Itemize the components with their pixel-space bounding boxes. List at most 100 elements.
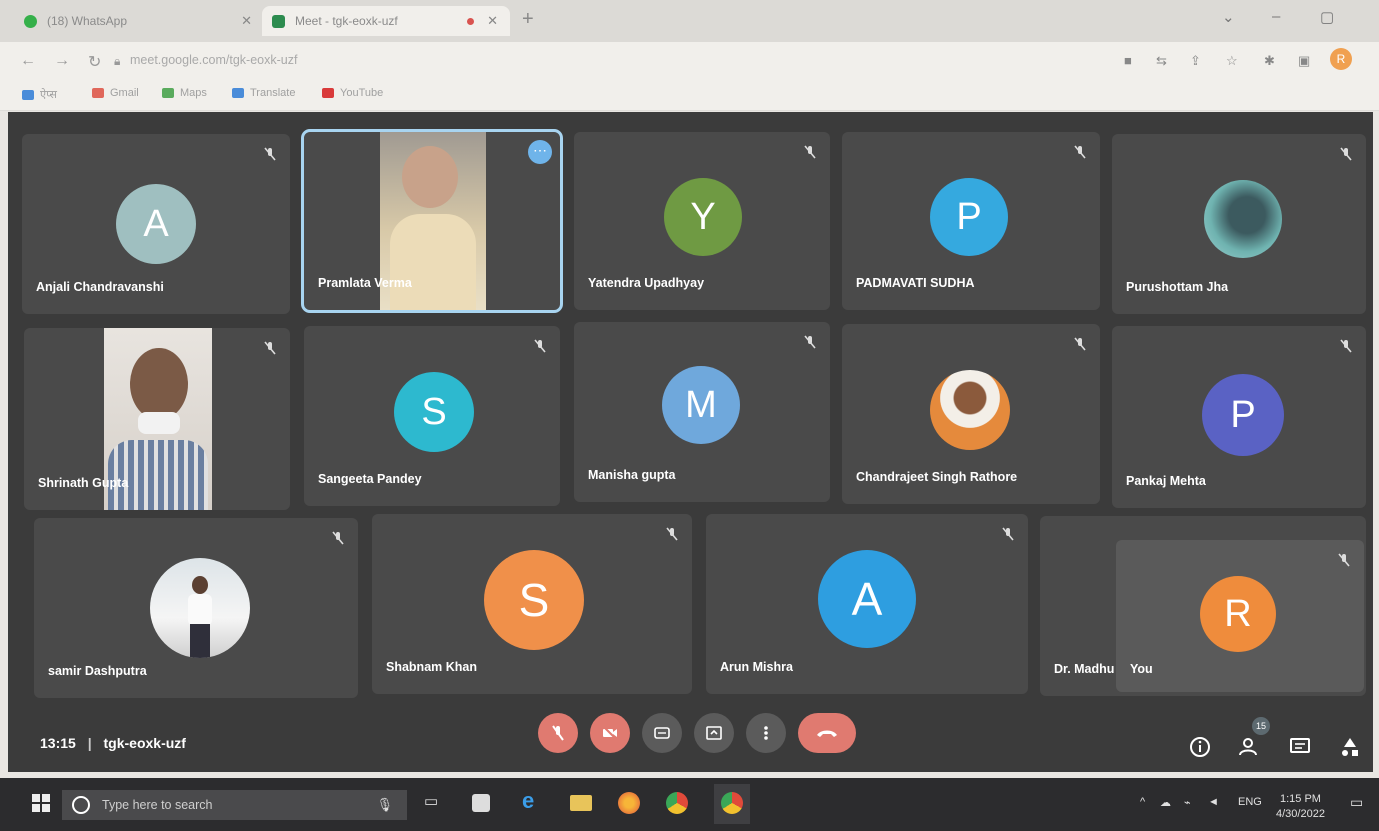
participant-name: Yatendra Upadhyay [588, 276, 705, 290]
participant-tile[interactable]: Chandrajeet Singh Rathore [842, 324, 1100, 504]
minimize-button[interactable]: – [1272, 8, 1280, 25]
participant-photo [930, 370, 1010, 450]
participant-tile[interactable]: M Manisha gupta [574, 322, 830, 502]
chat-icon[interactable] [1288, 735, 1312, 759]
participant-tile-active-speaker[interactable]: ⋯ Pramlata Verma [301, 129, 563, 313]
maximize-button[interactable]: ▢ [1320, 8, 1334, 26]
participant-avatar: A [116, 184, 196, 264]
activities-icon[interactable] [1338, 735, 1362, 759]
microphone-toggle-button[interactable] [538, 713, 578, 753]
participant-tile[interactable]: Y Yatendra Upadhyay [574, 132, 830, 310]
captions-icon [654, 727, 670, 739]
language-indicator[interactable]: ENG [1238, 796, 1262, 808]
participant-name: Shabnam Khan [386, 660, 477, 674]
reload-button[interactable]: ↻ [88, 52, 101, 72]
mic-muted-icon [264, 147, 276, 161]
participant-avatar: S [394, 372, 474, 452]
participant-name: Manisha gupta [588, 468, 676, 482]
participant-tile[interactable]: samir Dashputra [34, 518, 358, 698]
camera-icon[interactable]: ■ [1124, 53, 1132, 68]
chrome-icon[interactable] [666, 792, 688, 814]
more-options-button[interactable] [746, 713, 786, 753]
cortana-icon [72, 796, 90, 814]
mic-muted-icon [1340, 339, 1352, 353]
mic-muted-icon [1074, 337, 1086, 351]
share-icon[interactable]: ⇪ [1190, 53, 1201, 69]
people-icon [1239, 738, 1257, 756]
forward-button[interactable]: → [54, 52, 70, 70]
participant-tile[interactable]: A Anjali Chandravanshi [22, 134, 290, 314]
bookmark-translate[interactable]: Translate [232, 87, 295, 99]
participant-tile[interactable]: S Sangeeta Pandey [304, 326, 560, 506]
store-icon[interactable] [472, 794, 490, 812]
bookmark-star-icon[interactable]: ☆ [1226, 53, 1238, 69]
url-field[interactable]: meet.google.com/tgk-eoxk-uzf [130, 53, 297, 67]
self-name: You [1130, 662, 1153, 676]
leave-call-button[interactable] [798, 713, 856, 753]
meeting-code: tgk-eoxk-uzf [103, 735, 186, 751]
meet-icon [272, 14, 285, 28]
edge-icon[interactable]: e [522, 788, 544, 813]
participant-tile[interactable]: P PADMAVATI SUDHA [842, 132, 1100, 310]
mic-muted-icon [1074, 145, 1086, 159]
notifications-icon[interactable]: ▭ [1350, 794, 1363, 811]
participant-tile[interactable]: A Arun Mishra [706, 514, 1028, 694]
windows-start-icon[interactable] [32, 794, 50, 812]
meeting-info: 13:15 | tgk-eoxk-uzf [40, 735, 186, 751]
translate-page-icon[interactable]: ⇆ [1156, 53, 1167, 69]
close-tab-icon[interactable]: ✕ [241, 13, 252, 29]
camera-off-icon [602, 725, 618, 741]
task-view-icon[interactable]: ▭ [424, 792, 446, 814]
taskbar-clock[interactable]: 1:15 PM 4/30/2022 [1276, 792, 1325, 822]
bookmark-apps[interactable]: ऐप्स [22, 87, 57, 102]
profile-avatar[interactable]: R [1330, 48, 1352, 70]
camera-toggle-button[interactable] [590, 713, 630, 753]
more-options-icon[interactable]: ⋯ [528, 140, 552, 164]
participant-tile[interactable]: Shrinath Gupta [24, 328, 290, 510]
chrome-active-window[interactable] [714, 784, 750, 824]
meeting-time: 13:15 [40, 735, 76, 751]
mic-off-icon [552, 725, 564, 741]
participant-tile[interactable]: P Pankaj Mehta [1112, 326, 1366, 508]
file-explorer-icon[interactable] [570, 795, 592, 811]
extensions-icon[interactable]: ✱ [1264, 53, 1275, 69]
back-button[interactable]: ← [20, 52, 36, 70]
tab-search-icon[interactable]: ⌄ [1222, 8, 1235, 26]
participant-name: Chandrajeet Singh Rathore [856, 470, 1018, 484]
participant-avatar: P [930, 178, 1008, 256]
meeting-details-icon[interactable] [1188, 735, 1212, 759]
firefox-icon[interactable] [618, 792, 640, 814]
clock-time: 1:15 PM [1279, 793, 1321, 805]
participant-avatar: A [818, 550, 916, 648]
people-button[interactable]: 15 [1236, 717, 1270, 759]
bookmark-label: ऐप्स [40, 89, 57, 101]
close-tab-icon[interactable]: ✕ [487, 13, 498, 29]
taskbar-search-box[interactable]: Type here to search 🎙︎ [62, 790, 407, 820]
whatsapp-icon [24, 14, 37, 28]
network-icon[interactable]: ⌁ [1184, 796, 1191, 809]
bookmark-label: Maps [180, 87, 207, 99]
show-hidden-icons[interactable]: ^ [1140, 796, 1145, 808]
self-view-tile[interactable]: R You [1116, 540, 1364, 692]
mic-muted-icon [1340, 147, 1352, 161]
microphone-icon[interactable]: 🎙︎ [376, 797, 393, 813]
bookmark-maps[interactable]: Maps [162, 87, 207, 99]
bookmark-gmail[interactable]: Gmail [92, 87, 139, 99]
volume-icon[interactable]: ◄ [1208, 796, 1219, 808]
new-tab-button[interactable]: + [522, 8, 534, 31]
translate-icon [232, 88, 244, 98]
present-screen-button[interactable] [694, 713, 734, 753]
participant-name: Sangeeta Pandey [318, 472, 422, 486]
youtube-icon [322, 88, 334, 98]
tab-meet[interactable]: Meet - tgk-eoxk-uzf ✕ [262, 6, 510, 36]
side-panel-icon[interactable]: ▣ [1298, 53, 1310, 69]
mic-muted-icon [534, 339, 546, 353]
mic-muted-icon [666, 527, 678, 541]
captions-button[interactable] [642, 713, 682, 753]
present-icon [706, 726, 722, 740]
bookmark-youtube[interactable]: YouTube [322, 87, 383, 99]
onedrive-icon[interactable]: ☁ [1160, 796, 1171, 809]
participant-tile[interactable]: Purushottam Jha [1112, 134, 1366, 314]
participant-tile[interactable]: S Shabnam Khan [372, 514, 692, 694]
tab-whatsapp[interactable]: (18) WhatsApp ✕ [14, 6, 264, 36]
